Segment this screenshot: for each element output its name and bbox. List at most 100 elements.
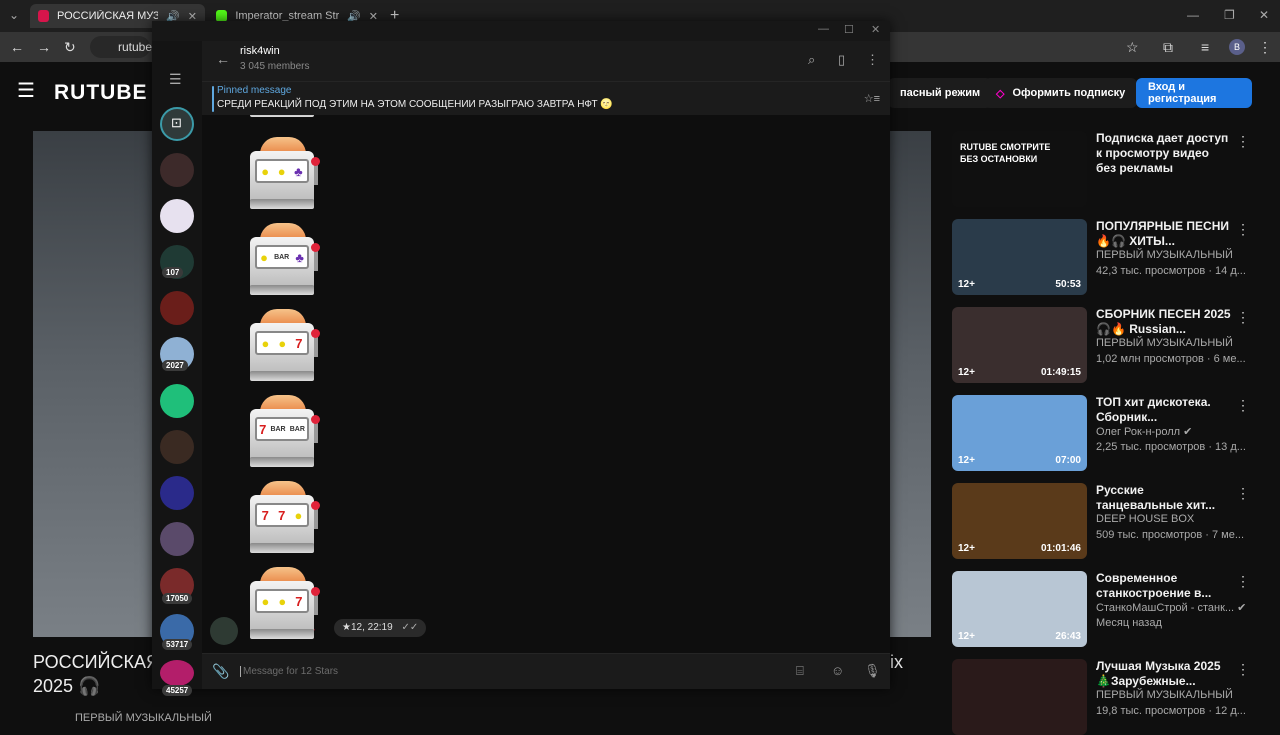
- slot-machine-message[interactable]: ● ● ♣: [248, 137, 320, 213]
- more-options-icon[interactable]: ⋮: [1236, 661, 1250, 678]
- recommendation-stats: 19,8 тыс. просмотров · 12 д...: [1096, 705, 1246, 717]
- tab-title: РОССИЙСКАЯ МУЗЫКА 2025: [57, 10, 159, 22]
- slot-reels: ● ● 7: [255, 589, 309, 613]
- recommendation-title[interactable]: СБОРНИК ПЕСЕН 2025 🎧🔥 Russian...: [1096, 307, 1231, 337]
- recommendation-title[interactable]: ПОПУЛЯРНЫЕ ПЕСНИ 🔥🎧 ХИТЫ...: [1096, 219, 1231, 249]
- chat-avatar[interactable]: [160, 522, 194, 556]
- tg-minimize-icon[interactable]: —: [818, 23, 829, 35]
- message-input[interactable]: Message for 12 Stars: [240, 666, 338, 677]
- reel-seven-icon: 7: [295, 593, 303, 609]
- recommendation-item[interactable]: Лучшая Музыка 2025 🎄Зарубежные... ПЕРВЫЙ …: [952, 659, 1262, 735]
- tg-maximize-icon[interactable]: ☐: [844, 23, 854, 36]
- tg-menu-icon[interactable]: ☰: [169, 71, 182, 88]
- recommendation-title[interactable]: ТОП хит дискотека. Сборник...: [1096, 395, 1231, 425]
- recommendation-channel[interactable]: ПЕРВЫЙ МУЗЫКАЛЬНЫЙ: [1096, 689, 1233, 701]
- forward-icon[interactable]: →: [37, 39, 51, 55]
- maximize-icon[interactable]: ❐: [1224, 8, 1235, 22]
- video-title-tail: ix: [890, 652, 903, 672]
- tg-close-icon[interactable]: ✕: [871, 23, 880, 36]
- slot-machine-message[interactable]: ● ● 7: [248, 309, 320, 385]
- more-icon[interactable]: ⋮: [866, 52, 879, 68]
- more-options-icon[interactable]: ⋮: [1236, 397, 1250, 414]
- video-thumbnail[interactable]: 12+ 50:53: [952, 219, 1087, 295]
- recommendation-item[interactable]: 12+ 01:49:15 СБОРНИК ПЕСЕН 2025 🎧🔥 Russian…: [952, 307, 1262, 383]
- pinned-message-bar[interactable]: Pinned message СРЕДИ РЕАКЦИЙ ПОД ЭТИМ НА…: [202, 81, 890, 115]
- back-icon[interactable]: ←: [10, 39, 24, 55]
- hamburger-icon[interactable]: ☰: [17, 78, 35, 103]
- video-channel-name[interactable]: ПЕРВЫЙ МУЗЫКАЛЬНЫЙ: [75, 712, 212, 724]
- emoji-icon[interactable]: ☺: [831, 663, 844, 678]
- slot-base: [250, 285, 314, 295]
- more-options-icon[interactable]: ⋮: [1236, 221, 1250, 238]
- recommendation-item[interactable]: 12+ 01:01:46 Русские танцевальные хит... DE…: [952, 483, 1262, 559]
- microphone-icon[interactable]: 🎙: [864, 663, 881, 679]
- chat-avatar[interactable]: [160, 384, 194, 418]
- recommendation-item[interactable]: 12+ 26:43 Современное станкостроение в... С…: [952, 571, 1262, 647]
- attach-icon[interactable]: 📎: [212, 663, 229, 680]
- recommendation-title[interactable]: Лучшая Музыка 2025 🎄Зарубежные...: [1096, 659, 1231, 689]
- recommendation-item[interactable]: RUTUBE СМОТРИТЕ БЕЗ ОСТАНОВКИ Подписка да…: [952, 131, 1262, 207]
- more-options-icon[interactable]: ⋮: [1236, 133, 1250, 150]
- more-options-icon[interactable]: ⋮: [1236, 485, 1250, 502]
- chat-avatar[interactable]: [160, 199, 194, 233]
- video-thumbnail[interactable]: 12+ 26:43: [952, 571, 1087, 647]
- recommendation-title[interactable]: Современное станкостроение в...: [1096, 571, 1231, 601]
- sidebar-toggle-icon[interactable]: ▯: [838, 52, 845, 68]
- media-icon[interactable]: ≡: [1201, 39, 1209, 55]
- slot-machine-message[interactable]: ● BAR ♣: [248, 223, 320, 299]
- bot-command-icon[interactable]: ⌸: [796, 663, 804, 679]
- recommendation-channel[interactable]: DEEP HOUSE BOX: [1096, 513, 1194, 525]
- video-thumbnail[interactable]: 12+ 01:01:46: [952, 483, 1087, 559]
- chat-avatar[interactable]: [160, 430, 194, 464]
- recommendation-item[interactable]: 12+ 50:53 ПОПУЛЯРНЫЕ ПЕСНИ 🔥🎧 ХИТЫ... ПЕРВЫ…: [952, 219, 1262, 295]
- reel-seven-icon: 7: [278, 507, 286, 523]
- sender-avatar[interactable]: [210, 617, 238, 645]
- chat-avatar[interactable]: [160, 660, 194, 686]
- age-rating: 12+: [958, 543, 975, 554]
- video-thumbnail[interactable]: RUTUBE СМОТРИТЕ БЕЗ ОСТАНОВКИ: [952, 131, 1087, 207]
- star-icon[interactable]: ☆: [1126, 39, 1139, 56]
- search-icon[interactable]: ⌕: [808, 52, 815, 68]
- tab-search-icon[interactable]: ⌄: [9, 8, 19, 22]
- close-window-icon[interactable]: ✕: [1259, 8, 1269, 22]
- reload-icon[interactable]: ↻: [64, 39, 76, 56]
- recommendation-title[interactable]: Русские танцевальные хит...: [1096, 483, 1231, 513]
- recommendation-channel[interactable]: ПЕРВЫЙ МУЗЫКАЛЬНЫЙ: [1096, 249, 1233, 261]
- pinned-list-icon[interactable]: ☆≡: [864, 92, 880, 105]
- recommendation-title[interactable]: Подписка дает доступ к просмотру видео б…: [1096, 131, 1231, 176]
- slot-machine-message[interactable]: ● ● 7: [248, 567, 320, 643]
- slot-machine-message[interactable]: 7 BAR BAR: [248, 395, 320, 471]
- safe-mode-button[interactable]: пасный режим: [888, 78, 993, 108]
- slot-base: [250, 115, 314, 117]
- recommendation-channel[interactable]: ПЕРВЫЙ МУЗЫКАЛЬНЫЙ: [1096, 337, 1233, 349]
- video-thumbnail[interactable]: 12+ 01:49:15: [952, 307, 1087, 383]
- login-button[interactable]: Вход и регистрация: [1136, 78, 1252, 108]
- recommendation-stats: 1,02 млн просмотров · 6 ме...: [1096, 353, 1246, 365]
- video-thumbnail[interactable]: 12+ 07:00: [952, 395, 1087, 471]
- chat-avatar[interactable]: [160, 291, 194, 325]
- rutube-logo[interactable]: RUTUBE: [54, 81, 148, 105]
- safe-mode-label: пасный режим: [900, 87, 981, 99]
- minimize-icon[interactable]: —: [1187, 8, 1199, 22]
- recommendation-item[interactable]: 12+ 07:00 ТОП хит дискотека. Сборник... Оле…: [952, 395, 1262, 471]
- chat-title[interactable]: risk4win: [240, 45, 280, 57]
- slot-machine-message[interactable]: 7 7 ●: [248, 481, 320, 557]
- back-arrow-icon[interactable]: ←: [216, 51, 230, 67]
- more-options-icon[interactable]: ⋮: [1236, 309, 1250, 326]
- chat-avatar[interactable]: [160, 476, 194, 510]
- menu-icon[interactable]: ⋮: [1258, 39, 1272, 56]
- archive-folder[interactable]: ⊡: [160, 107, 194, 141]
- address-bar[interactable]: rutube.: [90, 36, 155, 58]
- chat-avatar[interactable]: [160, 153, 194, 187]
- reel-cherry-icon: ♣: [294, 163, 303, 179]
- recommendation-stats: 509 тыс. просмотров · 7 ме...: [1096, 529, 1245, 541]
- recommendation-channel[interactable]: СтанкоМашСтрой - станк... ✔: [1096, 601, 1246, 614]
- more-options-icon[interactable]: ⋮: [1236, 573, 1250, 590]
- unread-badge: 107: [162, 267, 184, 278]
- recommendation-channel[interactable]: Олег Рок-н-ролл ✔: [1096, 425, 1192, 438]
- profile-avatar[interactable]: B: [1229, 39, 1245, 55]
- slot-lever-knob: [311, 415, 320, 424]
- extensions-icon[interactable]: ⧉: [1163, 39, 1173, 56]
- video-thumbnail[interactable]: [952, 659, 1087, 735]
- subscribe-button[interactable]: ◇ Оформить подписку: [984, 78, 1138, 108]
